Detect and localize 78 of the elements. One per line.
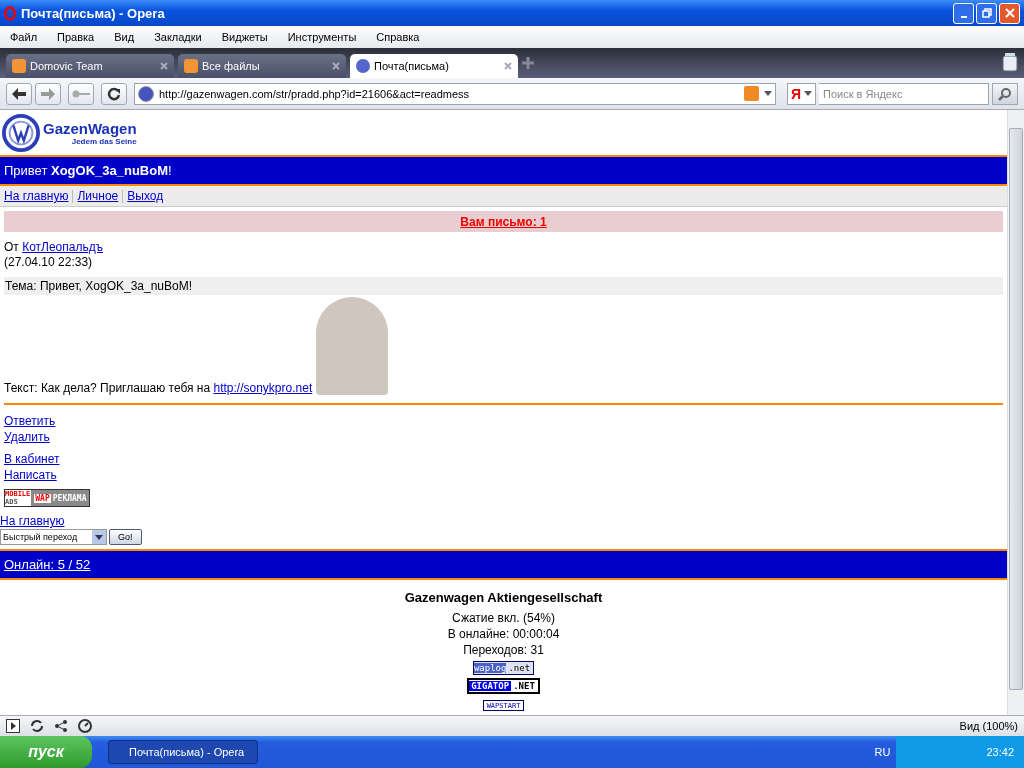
address-field[interactable]: http://gazenwagen.com/str/pradd.php?id=21606&act=readmess <box>134 82 776 105</box>
message-date: (27.04.10 22:33) <box>4 255 94 269</box>
search-field[interactable]: Поиск в Яндекс <box>819 82 989 105</box>
back-button[interactable] <box>6 82 32 105</box>
nav-link[interactable]: На главную <box>4 189 69 203</box>
search-engine-button[interactable]: Я <box>786 82 816 105</box>
favicon-icon <box>356 59 370 73</box>
sync-icon[interactable] <box>30 719 44 733</box>
search-button[interactable] <box>992 82 1018 105</box>
clock: 23:42 <box>976 736 1024 768</box>
browser-tab[interactable]: Все файлы <box>178 54 346 78</box>
nav-link[interactable]: Выход <box>127 189 164 203</box>
company-name: Gazenwagen Aktiengesellschaft <box>404 590 603 605</box>
reload-icon <box>107 86 121 101</box>
quick-jump-select[interactable]: Быстрый переход <box>0 529 107 545</box>
menu-item[interactable]: Инструменты <box>277 31 367 43</box>
close-icon <box>1004 8 1015 18</box>
close-tab-icon[interactable] <box>160 62 168 70</box>
ad-text: РЕКЛАМА <box>52 493 87 503</box>
action-link[interactable]: Удалить <box>4 429 50 445</box>
close-button[interactable] <box>999 2 1020 24</box>
menu-item[interactable]: Правка <box>47 31 105 43</box>
go-button[interactable]: Go! <box>109 529 142 545</box>
search-icon <box>998 86 1012 101</box>
share-icon[interactable] <box>54 719 68 733</box>
restore-icon <box>981 8 992 18</box>
minimize-button[interactable] <box>953 2 974 24</box>
key-icon <box>72 88 90 99</box>
ad-text: WAP <box>34 493 51 503</box>
message-link[interactable]: http://sonykpro.net <box>213 381 313 395</box>
reload-button[interactable] <box>101 82 127 105</box>
key-button[interactable] <box>68 82 94 105</box>
trash-icon[interactable] <box>1002 52 1018 72</box>
close-tab-icon[interactable] <box>332 62 340 70</box>
speedometer-icon[interactable] <box>78 719 92 733</box>
caret-icon <box>95 534 103 540</box>
site-logo-icon <box>138 85 154 102</box>
sender-link[interactable]: КотЛеопальдъ <box>22 240 103 254</box>
logo-name: GazenWagen <box>43 119 137 137</box>
taskbar-window-button[interactable]: Почта(письма) - Opera <box>108 740 258 764</box>
logo-slogan: Jedem das Seine <box>71 136 137 146</box>
action-link[interactable]: Ответить <box>4 413 56 429</box>
menu-item[interactable]: Закладки <box>144 31 212 43</box>
menu-item[interactable]: Справка <box>366 31 430 43</box>
plus-icon[interactable] <box>522 57 534 69</box>
browser-tab[interactable]: Domovic Team <box>6 54 174 78</box>
action-link[interactable]: В кабинет <box>4 451 60 467</box>
message-text: Текст: Как дела? Приглашаю тебя на http://sonykpro.net <box>4 381 313 395</box>
nav-link[interactable]: Личное <box>77 189 119 203</box>
stats-text: Переходов: 31 <box>463 642 544 658</box>
panel-toggle-icon[interactable] <box>6 719 20 733</box>
home-link[interactable]: На главную <box>0 514 65 529</box>
counter-banner[interactable]: GIGATOP .NET <box>467 678 540 694</box>
caret-icon[interactable] <box>763 91 772 96</box>
menu-item[interactable]: Файл <box>0 31 48 43</box>
forward-arrow-icon <box>41 87 55 100</box>
minimize-icon <box>960 16 967 18</box>
counter-banner[interactable]: waplog .net <box>472 661 535 675</box>
browser-tab[interactable]: Почта(письма) <box>350 54 518 78</box>
message-subject: Тема: Привет, XogOK_3a_nuBoM! <box>4 277 1003 295</box>
menu-item[interactable]: Виджеты <box>211 31 278 43</box>
restore-button[interactable] <box>976 2 997 24</box>
stats-text: Сжатие вкл. (54%) <box>452 610 555 626</box>
action-link[interactable]: Написать <box>4 467 57 483</box>
language-indicator[interactable]: RU <box>868 746 897 758</box>
favicon-icon <box>12 59 26 73</box>
scrollbar[interactable] <box>1007 110 1024 715</box>
menu-item[interactable]: Вид <box>104 31 145 43</box>
greeting: Привет XogOK_3a_nuBoM! <box>4 163 172 178</box>
sender-line: От КотЛеопальдъ <box>4 240 104 254</box>
stats-text: В онлайне: 00:00:04 <box>447 626 560 642</box>
favicon-icon <box>184 59 198 73</box>
opera-logo-icon <box>4 5 16 21</box>
zoom-control[interactable]: Вид (100%) <box>959 720 1018 732</box>
back-arrow-icon <box>12 87 26 100</box>
caret-icon <box>804 91 812 96</box>
online-link[interactable]: Онлайн: 5 / 52 <box>4 557 91 572</box>
window-title: Почта(письма) - Opera <box>21 5 166 21</box>
